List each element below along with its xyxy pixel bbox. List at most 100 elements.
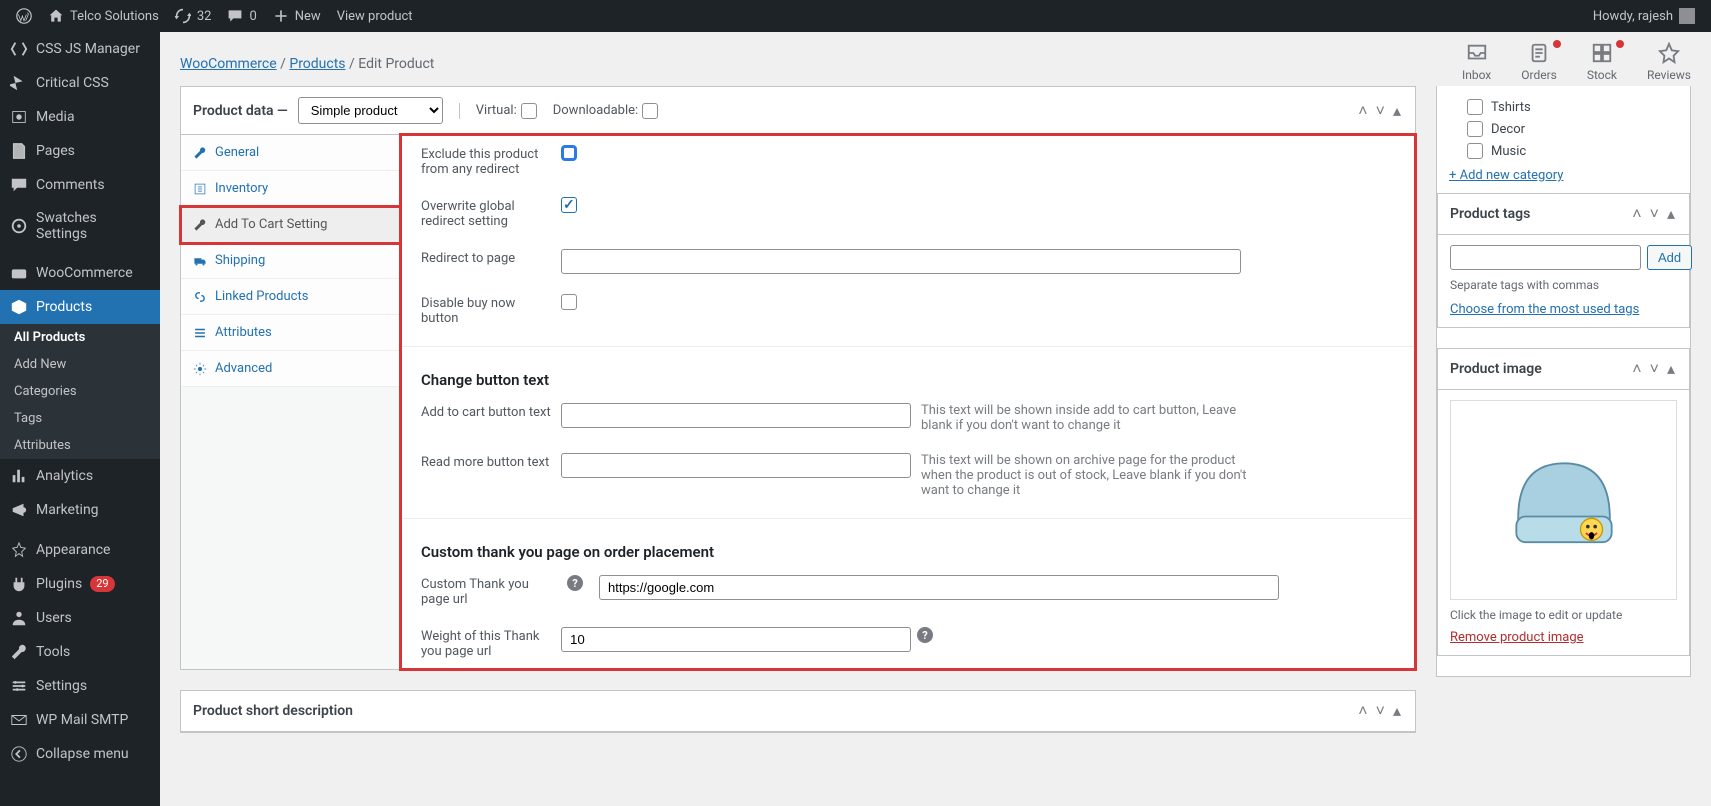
- menu-plugins[interactable]: Plugins29: [0, 567, 160, 601]
- menu-wpmail[interactable]: WP Mail SMTP: [0, 703, 160, 737]
- overwrite-label: Overwrite global redirect setting: [421, 197, 551, 229]
- remove-image-link[interactable]: Remove product image: [1450, 630, 1584, 645]
- tab-linked[interactable]: Linked Products: [181, 279, 400, 315]
- panel-down-icon[interactable]: ˅: [1648, 204, 1661, 224]
- panel-toggle-icon[interactable]: ▴: [1665, 204, 1677, 224]
- quick-orders[interactable]: Orders: [1521, 42, 1557, 82]
- redirect-input[interactable]: [561, 249, 1241, 274]
- tags-help: Separate tags with commas: [1450, 278, 1677, 292]
- panel-up-icon[interactable]: ˄: [1630, 204, 1643, 224]
- addtext-label: Add to cart button text: [421, 403, 551, 420]
- sub-add-new[interactable]: Add New: [0, 351, 160, 378]
- exclude-label: Exclude this product from any redirect: [421, 145, 551, 177]
- panel-up-icon[interactable]: ˄: [1356, 701, 1369, 721]
- breadcrumb: WooCommerce / Products / Edit Product: [180, 42, 434, 86]
- quick-stock[interactable]: Stock: [1587, 42, 1617, 82]
- help-icon[interactable]: ?: [917, 627, 933, 643]
- menu-cssjs[interactable]: CSS JS Manager: [0, 32, 160, 66]
- menu-pages[interactable]: Pages: [0, 134, 160, 168]
- panel-toggle-icon[interactable]: ▴: [1391, 101, 1403, 121]
- virtual-toggle[interactable]: Virtual:: [476, 103, 537, 119]
- wp-logo[interactable]: [8, 0, 40, 32]
- downloadable-toggle[interactable]: Downloadable:: [553, 103, 658, 119]
- bc-products[interactable]: Products: [289, 56, 345, 72]
- cat-tshirts[interactable]: [1467, 99, 1483, 115]
- tab-advanced[interactable]: Advanced: [181, 351, 400, 387]
- menu-marketing[interactable]: Marketing: [0, 493, 160, 527]
- tab-shipping[interactable]: Shipping: [181, 243, 400, 279]
- readtext-input[interactable]: [561, 453, 911, 478]
- custom-thank-heading: Custom thank you page on order placement: [401, 529, 1415, 565]
- site-link[interactable]: Telco Solutions: [40, 0, 167, 32]
- new-link[interactable]: New: [265, 0, 329, 32]
- help-icon[interactable]: ?: [567, 575, 583, 591]
- tab-attributes[interactable]: Attributes: [181, 315, 400, 351]
- panel-toggle-icon[interactable]: ▴: [1665, 359, 1677, 379]
- bc-edit: Edit Product: [358, 56, 434, 72]
- categories-box: Tshirts Decor Music + Add new category P…: [1436, 86, 1691, 677]
- image-help: Click the image to edit or update: [1450, 608, 1677, 622]
- sub-categories[interactable]: Categories: [0, 378, 160, 405]
- view-product-link[interactable]: View product: [329, 0, 421, 32]
- menu-critical[interactable]: Critical CSS: [0, 66, 160, 100]
- product-image[interactable]: [1450, 400, 1677, 600]
- menu-media[interactable]: Media: [0, 100, 160, 134]
- products-submenu: All Products Add New Categories Tags Att…: [0, 324, 160, 459]
- product-type-select[interactable]: Simple product: [298, 97, 443, 124]
- menu-settings[interactable]: Settings: [0, 669, 160, 703]
- menu-swatches[interactable]: Swatches Settings: [0, 202, 160, 250]
- overwrite-checkbox[interactable]: [561, 197, 577, 213]
- add-category-link[interactable]: + Add new category: [1449, 162, 1563, 183]
- disable-checkbox[interactable]: [561, 294, 577, 310]
- quick-inbox[interactable]: Inbox: [1462, 42, 1491, 82]
- panel-down-icon[interactable]: ˅: [1374, 701, 1387, 721]
- updates-link[interactable]: 32: [167, 0, 220, 32]
- panel-toggle-icon[interactable]: ▴: [1391, 701, 1403, 721]
- howdy-user[interactable]: Howdy, rajesh: [1585, 0, 1703, 32]
- panel-down-icon[interactable]: ˅: [1374, 101, 1387, 121]
- menu-users[interactable]: Users: [0, 601, 160, 635]
- addtext-help: This text will be shown inside add to ca…: [921, 403, 1261, 433]
- tab-inventory[interactable]: Inventory: [181, 171, 400, 207]
- bc-woo[interactable]: WooCommerce: [180, 56, 277, 72]
- cat-decor[interactable]: [1467, 121, 1483, 137]
- product-tabs: General Inventory Add To Cart Setting Sh…: [181, 135, 401, 669]
- custurl-label: Custom Thank you page url: [421, 575, 551, 607]
- quick-reviews[interactable]: Reviews: [1647, 42, 1691, 82]
- sub-all-products[interactable]: All Products: [0, 324, 160, 351]
- menu-analytics[interactable]: Analytics: [0, 459, 160, 493]
- menu-comments[interactable]: Comments: [0, 168, 160, 202]
- panel-down-icon[interactable]: ˅: [1648, 359, 1661, 379]
- disable-label: Disable buy now button: [421, 294, 551, 326]
- cat-music[interactable]: [1467, 143, 1483, 159]
- redirect-label: Redirect to page: [421, 249, 551, 266]
- custurl-input[interactable]: [599, 575, 1279, 600]
- panel-up-icon[interactable]: ˄: [1356, 101, 1369, 121]
- admin-sidebar: CSS JS Manager Critical CSS Media Pages …: [0, 32, 160, 806]
- readtext-help: This text will be shown on archive page …: [921, 453, 1261, 498]
- choose-tags-link[interactable]: Choose from the most used tags: [1450, 302, 1639, 317]
- comments-link[interactable]: 0: [219, 0, 264, 32]
- tag-input[interactable]: [1450, 245, 1641, 270]
- weight-input[interactable]: [561, 627, 911, 652]
- sub-attributes[interactable]: Attributes: [0, 432, 160, 459]
- admin-bar: Telco Solutions 32 0 New View product Ho…: [0, 0, 1711, 32]
- change-button-heading: Change button text: [401, 357, 1415, 393]
- menu-woocommerce[interactable]: WooCommerce: [0, 256, 160, 290]
- menu-collapse[interactable]: Collapse menu: [0, 737, 160, 771]
- product-data-title: Product data —: [193, 103, 288, 119]
- panel-up-icon[interactable]: ˄: [1630, 359, 1643, 379]
- menu-products[interactable]: Products: [0, 290, 160, 324]
- exclude-checkbox[interactable]: [561, 145, 577, 161]
- menu-appearance[interactable]: Appearance: [0, 533, 160, 567]
- add-tag-button[interactable]: Add: [1647, 245, 1692, 270]
- addtext-input[interactable]: [561, 403, 911, 428]
- sub-tags[interactable]: Tags: [0, 405, 160, 432]
- tab-add-to-cart[interactable]: Add To Cart Setting: [181, 207, 400, 243]
- tab-general[interactable]: General: [181, 135, 400, 171]
- menu-tools[interactable]: Tools: [0, 635, 160, 669]
- weight-label: Weight of this Thank you page url: [421, 627, 551, 659]
- short-desc-title: Product short description: [193, 703, 353, 719]
- tags-title: Product tags: [1450, 206, 1530, 222]
- plugins-badge: 29: [90, 576, 114, 592]
